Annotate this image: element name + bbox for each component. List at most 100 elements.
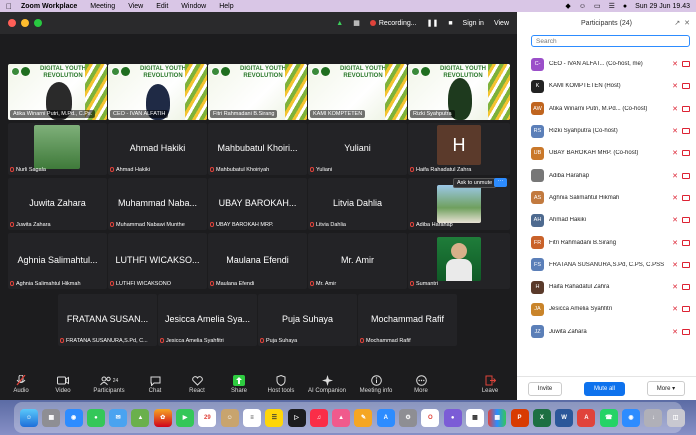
menu-meeting[interactable]: Meeting (90, 3, 115, 10)
muted-mic-icon[interactable]: ✕ (672, 305, 678, 313)
sign-in-button[interactable]: Sign in (463, 20, 484, 27)
participant-tile[interactable]: H Haifa Rahadatul Zahra (408, 123, 510, 175)
stop-recording-button[interactable]: ■ (448, 20, 452, 27)
trash-icon[interactable]: ◫ (666, 408, 685, 427)
mute-all-button[interactable]: Mute all (583, 381, 625, 396)
video-tile[interactable]: DIGITAL YOUTH REVOLUTION Rizki Syahputra (408, 64, 510, 120)
notes-icon[interactable]: ☰ (265, 408, 284, 427)
menu-view[interactable]: View (128, 3, 143, 10)
participant-tile[interactable]: FRATANA SUSAN... FRATANA SUSANURA,S.Pd, … (58, 294, 157, 346)
video-off-icon[interactable] (682, 128, 690, 135)
opera-icon[interactable]: O (421, 408, 440, 427)
participant-row[interactable]: UB UBAY BAROKAH MRP. (Co-host) ✕ (517, 142, 696, 164)
ask-to-unmute-button[interactable]: Ask to unmute (453, 178, 497, 188)
video-button[interactable]: Video (42, 375, 84, 394)
participant-tile[interactable]: Mr. Amir Mr. Amir (308, 233, 407, 289)
ai-companion-button[interactable]: AI Companion (302, 375, 352, 394)
tv-icon[interactable]: ▷ (287, 408, 306, 427)
powerpoint-icon[interactable]: P (510, 408, 529, 427)
share-button[interactable]: Share (218, 375, 260, 394)
participant-row[interactable]: FS FRATANA SUSANURA,S.Pd, C.PS, C.PSS ✕ (517, 254, 696, 276)
close-window-button[interactable] (8, 19, 16, 27)
wifi-icon[interactable]: ☺ (579, 3, 586, 10)
maps-icon[interactable]: ▲ (131, 408, 150, 427)
leave-button[interactable]: Leave (463, 375, 517, 394)
participant-row[interactable]: AW Atika Winarni Putri, M.Pd... (Co-host)… (517, 98, 696, 120)
meeting-info-button[interactable]: Meeting info (352, 375, 400, 394)
participant-row[interactable]: JZ Juwita Zahara ✕ (517, 321, 696, 343)
participant-row[interactable]: H Haifa Rahadatul Zahra ✕ (517, 276, 696, 298)
muted-mic-icon[interactable]: ✕ (672, 172, 678, 180)
participant-tile[interactable]: Maulana Efendi Maulana Efendi (208, 233, 307, 289)
muted-mic-icon[interactable]: ✕ (672, 105, 678, 113)
whatsapp-icon[interactable]: ☎ (599, 408, 618, 427)
video-off-icon[interactable] (682, 217, 690, 224)
host-tools-button[interactable]: Host tools (260, 375, 302, 394)
apple-icon[interactable]:  (6, 2, 12, 11)
minimize-window-button[interactable] (21, 19, 29, 27)
participants-button[interactable]: 24 Participants (84, 375, 134, 394)
participant-search-input[interactable]: Search (531, 35, 690, 47)
photos-icon[interactable]: ✿ (153, 408, 172, 427)
video-off-icon[interactable] (682, 239, 690, 246)
participant-row[interactable]: K KAMI KOMPTETEN (Host) ✕ (517, 75, 696, 97)
muted-mic-icon[interactable]: ✕ (672, 239, 678, 247)
participant-tile[interactable]: LUTHFI WICAKSO... LUTHFI WICAKSONO (108, 233, 207, 289)
video-off-icon[interactable] (682, 83, 690, 90)
acrobat-icon[interactable]: A (577, 408, 596, 427)
more-options-button[interactable]: More ▾ (646, 381, 686, 396)
video-off-icon[interactable] (682, 306, 690, 313)
participant-tile[interactable]: Yuliani Yuliani (308, 123, 407, 175)
participant-row[interactable]: JA Jesicca Amelia Syahfitri ✕ (517, 298, 696, 320)
muted-mic-icon[interactable]: ✕ (672, 283, 678, 291)
participant-tile[interactable]: Mahbubatul Khoiri... Mahbubatul Khoiriya… (208, 123, 307, 175)
participant-tile[interactable]: UBAY BAROKAH... UBAY BAROKAH MRP. (208, 178, 307, 230)
menu-app-name[interactable]: Zoom Workplace (21, 3, 77, 10)
video-off-icon[interactable] (682, 61, 690, 68)
chat-button[interactable]: Chat (134, 375, 176, 394)
video-off-icon[interactable] (682, 261, 690, 268)
video-tile[interactable]: DIGITAL YOUTH REVOLUTION Fitri Rahmadani … (208, 64, 307, 120)
video-off-icon[interactable] (682, 172, 690, 179)
video-off-icon[interactable] (682, 150, 690, 157)
more-button[interactable]: More (400, 375, 442, 394)
battery-icon[interactable]: ▭ (594, 2, 601, 10)
word-icon[interactable]: W (555, 408, 574, 427)
video-off-icon[interactable] (682, 194, 690, 201)
video-off-icon[interactable] (682, 328, 690, 335)
muted-mic-icon[interactable]: ✕ (672, 216, 678, 224)
pause-recording-button[interactable]: ❚❚ (427, 19, 439, 27)
menu-window[interactable]: Window (181, 3, 206, 10)
popout-close-icons[interactable]: ↗ ✕ (674, 19, 690, 27)
participant-tile[interactable]: Juwita Zahara Juwita Zahara (8, 178, 107, 230)
stats-icon[interactable]: ▦ (353, 19, 360, 27)
muted-mic-icon[interactable]: ✕ (672, 328, 678, 336)
facetime-icon[interactable]: ▶ (176, 408, 195, 427)
muted-mic-icon[interactable]: ✕ (672, 261, 678, 269)
zoom-icon[interactable]: ◉ (622, 408, 641, 427)
invite-button[interactable]: Invite (527, 381, 563, 396)
muted-mic-icon[interactable]: ✕ (672, 60, 678, 68)
menu-help[interactable]: Help (219, 3, 233, 10)
zoom-window-button[interactable] (34, 19, 42, 27)
video-tile[interactable]: DIGITAL YOUTH REVOLUTION Atika Winarni Pu… (8, 64, 107, 120)
mirror-icon[interactable]: ● (443, 408, 462, 427)
system-settings-icon[interactable]: ⚙ (399, 408, 418, 427)
participant-row[interactable]: AS Aghnia Salimahtul Hikmah ✕ (517, 187, 696, 209)
participant-row[interactable]: FR Fitri Rahmadani B.Sirang ✕ (517, 231, 696, 253)
participant-tile[interactable]: Sumantri (408, 233, 510, 289)
muted-mic-icon[interactable]: ✕ (672, 127, 678, 135)
audio-button[interactable]: Audio (0, 375, 42, 394)
reminders-icon[interactable]: ≡ (242, 408, 261, 427)
control-center-icon[interactable]: ☰ (609, 2, 615, 10)
siri-icon[interactable]: ● (623, 3, 627, 10)
muted-mic-icon[interactable]: ✕ (672, 194, 678, 202)
participant-tile[interactable]: Litvia Dahlia Litvia Dahlia (308, 178, 407, 230)
participant-row[interactable]: AH Ahmad Hakiki ✕ (517, 209, 696, 231)
pages-icon[interactable]: ✎ (354, 408, 373, 427)
participant-tile[interactable]: Jesicca Amelia Sya... Jesicca Amelia Sya… (158, 294, 257, 346)
finder-icon[interactable]: ☺ (20, 408, 38, 427)
participant-row[interactable]: C- CEO - IVAN ALFAT... (Co-host, me) ✕ (517, 53, 696, 75)
view-button[interactable]: View (494, 20, 509, 27)
participant-tile[interactable]: Mochammad Rafif Mochammad Rafif (358, 294, 457, 346)
